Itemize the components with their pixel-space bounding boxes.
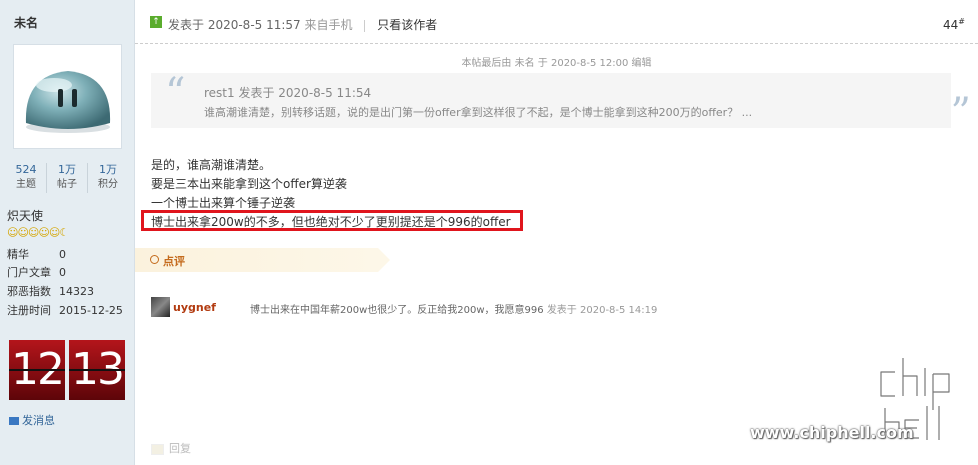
info-row-register-date: 注册时间 2015-12-25 <box>7 302 123 318</box>
divider <box>364 19 366 32</box>
open-quote-icon: “ <box>165 70 186 116</box>
flip-clock: 12 13 <box>9 340 125 400</box>
stat-value: 1万 <box>99 163 117 176</box>
slime-avatar-icon <box>25 71 111 133</box>
rating-bar: 点评 <box>135 248 390 272</box>
quote-block: “ rest1 发表于 2020-8-5 11:54 谁高潮谁清楚，别转移话题，… <box>151 70 971 133</box>
clock-minute: 13 <box>69 340 125 400</box>
reply-button[interactable]: 回复 <box>151 440 191 456</box>
stat-label: 帖子 <box>57 179 77 190</box>
post-icon: ↑ <box>150 16 162 28</box>
comment-time: 发表于 2020-8-5 14:19 <box>546 305 658 316</box>
content-line: 要是三本出来能拿到这个offer算逆袭 <box>151 177 347 191</box>
comment-bubble-icon <box>150 255 159 264</box>
info-value: 0 <box>59 266 66 279</box>
stat-label: 主题 <box>16 179 36 190</box>
reply-label: 回复 <box>169 442 191 455</box>
user-rank: 炽天使 <box>7 209 44 223</box>
stat-posts[interactable]: 1万 帖子 <box>47 163 88 193</box>
content-line: 是的，谁高潮谁清楚。 <box>151 158 272 172</box>
reply-icon <box>151 443 164 455</box>
avatar[interactable] <box>13 44 122 149</box>
commenter-avatar[interactable] <box>151 297 170 317</box>
send-message-label: 发消息 <box>22 414 55 427</box>
comment-row: 博士出来在中国年薪200w也很少了。反正给我200w，我愿意996 发表于 20… <box>250 301 657 316</box>
commenter-name[interactable]: uygnef <box>173 301 216 314</box>
floor-number[interactable]: 44# <box>943 17 965 32</box>
post-meta: 发表于 2020-8-5 11:57 来自手机 只看该作者 <box>168 16 437 33</box>
author-name[interactable]: 未名 <box>14 14 38 31</box>
posted-time: 发表于 2020-8-5 11:57 <box>168 18 301 32</box>
stat-label: 积分 <box>98 179 118 190</box>
info-value: 0 <box>59 248 66 261</box>
quote-body: 谁高潮谁清楚，别转移话题，说的是出门第一份offer拿到这样很了不起，是个博士能… <box>204 106 753 119</box>
post-source: 来自手机 <box>304 18 353 32</box>
floor-mark: # <box>958 17 965 26</box>
info-row-evil-index: 邪恶指数 14323 <box>7 283 94 299</box>
stat-credits[interactable]: 1万 积分 <box>88 163 128 193</box>
watermark-url: www.chiphell.com <box>750 423 914 442</box>
post-header: ↑ 发表于 2020-8-5 11:57 来自手机 只看该作者 44# <box>135 0 978 44</box>
author-sidebar: 未名 524 主题 1万 帖子 1万 积分 炽天使 ☺☺☺☺☺☾ 精华 0 门户… <box>0 0 135 465</box>
info-value: 14323 <box>59 285 94 298</box>
send-message-link[interactable]: 发消息 <box>9 412 55 428</box>
rank-stars-icon: ☺☺☺☺☺☾ <box>7 226 69 239</box>
quote-header[interactable]: rest1 发表于 2020-8-5 11:54 <box>204 84 371 101</box>
envelope-icon <box>9 417 19 425</box>
comment-text: 博士出来在中国年薪200w也很少了。反正给我200w，我愿意996 <box>250 305 544 316</box>
author-stats: 524 主题 1万 帖子 1万 积分 <box>6 163 128 193</box>
info-key: 邪恶指数 <box>7 285 51 298</box>
stat-threads[interactable]: 524 主题 <box>6 163 47 193</box>
floor-value: 44 <box>943 18 959 32</box>
stat-value: 1万 <box>58 163 76 176</box>
only-author-link[interactable]: 只看该作者 <box>377 18 437 32</box>
highlight-box <box>141 210 523 231</box>
stat-value: 524 <box>15 163 37 176</box>
info-key: 门户文章 <box>7 266 51 279</box>
info-key: 注册时间 <box>7 304 51 317</box>
info-key: 精华 <box>7 248 29 261</box>
clock-hour: 12 <box>9 340 65 400</box>
info-row-articles: 门户文章 0 <box>7 264 66 280</box>
info-value: 2015-12-25 <box>59 304 123 317</box>
info-row-essence: 精华 0 <box>7 246 66 262</box>
close-quote-icon: ” <box>950 90 971 136</box>
post-main: ↑ 发表于 2020-8-5 11:57 来自手机 只看该作者 44# 本帖最后… <box>135 0 978 465</box>
rating-label[interactable]: 点评 <box>163 253 185 269</box>
edited-note: 本帖最后由 未名 于 2020-8-5 12:00 编辑 <box>461 58 652 69</box>
